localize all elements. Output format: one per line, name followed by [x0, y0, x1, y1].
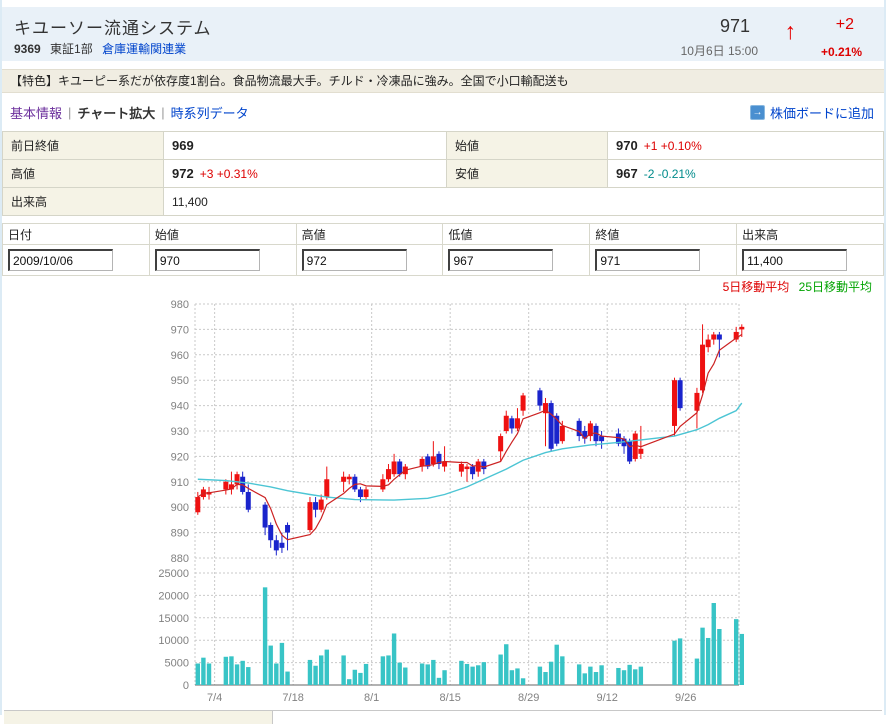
svg-text:940: 940	[171, 401, 189, 413]
svg-text:15000: 15000	[158, 613, 189, 625]
table-row: 高値 972+3 +0.31% 安値 967-2 -0.21%	[3, 160, 884, 188]
price-change-percent: +0.21%	[821, 45, 862, 59]
legend-ma25: 25日移動平均	[799, 280, 872, 294]
prev-close-value: 969	[164, 132, 447, 160]
low-value: 967-2 -0.21%	[608, 160, 884, 188]
svg-text:930: 930	[171, 426, 189, 438]
tab-chart-enlarge[interactable]: チャート拡大	[77, 103, 155, 122]
open-input[interactable]	[155, 249, 260, 271]
stock-market: 東証1部	[50, 42, 93, 56]
candlestick-volume-chart: 980 970 960 950 940 930 920 910 900 890 880 25000 20…	[2, 294, 886, 710]
svg-text:7/18: 7/18	[282, 692, 303, 704]
tab-basic-info[interactable]: 基本情報	[10, 103, 62, 122]
high-change: +3 +0.31%	[200, 167, 258, 181]
high-input[interactable]	[302, 249, 407, 271]
quote-header: キユーソー流通システム 9369 東証1部 倉庫運輸関連業 971 10月6日 …	[2, 7, 884, 61]
svg-text:970: 970	[171, 324, 189, 336]
svg-text:950: 950	[171, 375, 189, 387]
price-summary-table: 前日終値 969 始値 970+1 +0.10% 高値 972+3 +0.31%…	[2, 131, 884, 216]
svg-text:920: 920	[171, 451, 189, 463]
high-column-label: 高値	[296, 224, 443, 245]
svg-text:7/4: 7/4	[207, 692, 222, 704]
svg-text:9/12: 9/12	[596, 692, 617, 704]
add-to-board-link[interactable]: 株価ボードに追加	[770, 103, 874, 122]
svg-text:9/26: 9/26	[675, 692, 696, 704]
form-input-row	[3, 245, 884, 276]
close-column-label: 終値	[590, 224, 737, 245]
volume-label: 出来高	[3, 188, 164, 216]
timeseries-form-table: 日付 始値 高値 低値 終値 出来高	[2, 223, 884, 276]
volume-column-label: 出来高	[737, 224, 884, 245]
partial-table-row	[4, 710, 882, 724]
prev-close-label: 前日終値	[3, 132, 164, 160]
svg-text:8/15: 8/15	[439, 692, 460, 704]
add-to-board-icon: →	[750, 105, 765, 120]
svg-text:880: 880	[171, 553, 189, 565]
open-change: +1 +0.10%	[644, 139, 702, 153]
svg-text:10000: 10000	[158, 635, 189, 647]
svg-text:8/29: 8/29	[518, 692, 539, 704]
svg-text:25000: 25000	[158, 568, 189, 580]
svg-text:890: 890	[171, 528, 189, 540]
svg-text:5000: 5000	[165, 658, 189, 670]
tab-timeseries-data[interactable]: 時系列データ	[171, 103, 249, 122]
svg-text:900: 900	[171, 502, 189, 514]
table-row: 前日終値 969 始値 970+1 +0.10%	[3, 132, 884, 160]
low-change: -2 -0.21%	[644, 167, 696, 181]
current-price: 971	[720, 16, 750, 37]
form-label-row: 日付 始値 高値 低値 終値 出来高	[3, 224, 884, 245]
tab-separator: |	[68, 105, 71, 120]
quote-datetime: 10月6日 15:00	[681, 42, 758, 59]
partial-label-cell	[4, 711, 273, 724]
svg-text:910: 910	[171, 477, 189, 489]
tab-bar: 基本情報 | チャート拡大 | 時系列データ → 株価ボードに追加	[2, 101, 884, 123]
date-input[interactable]	[8, 249, 113, 271]
low-label: 安値	[447, 160, 608, 188]
low-column-label: 低値	[443, 224, 590, 245]
svg-text:0: 0	[183, 680, 189, 692]
svg-text:8/1: 8/1	[364, 692, 379, 704]
partial-value-cell	[273, 711, 882, 724]
up-arrow-icon: ↑	[785, 18, 797, 45]
volume-value: 11,400	[164, 188, 884, 216]
svg-text:960: 960	[171, 350, 189, 362]
industry-link[interactable]: 倉庫運輸関連業	[102, 42, 186, 56]
svg-text:980: 980	[171, 299, 189, 311]
stock-meta: 9369 東証1部 倉庫運輸関連業	[14, 40, 186, 57]
date-column-label: 日付	[3, 224, 150, 245]
ma-legend: 5日移動平均 25日移動平均	[2, 278, 884, 294]
close-input[interactable]	[595, 249, 700, 271]
high-value: 972+3 +0.31%	[164, 160, 447, 188]
open-label: 始値	[447, 132, 608, 160]
high-label: 高値	[3, 160, 164, 188]
price-change: +2	[836, 16, 854, 34]
stock-detail-page: キユーソー流通システム 9369 東証1部 倉庫運輸関連業 971 10月6日 …	[0, 0, 886, 715]
legend-ma5: 5日移動平均	[723, 280, 790, 294]
stock-code: 9369	[14, 42, 41, 56]
open-value: 970+1 +0.10%	[608, 132, 884, 160]
low-input[interactable]	[448, 249, 553, 271]
open-column-label: 始値	[149, 224, 296, 245]
tab-separator: |	[161, 105, 164, 120]
svg-text:20000: 20000	[158, 590, 189, 602]
stock-name: キユーソー流通システム	[14, 14, 212, 39]
company-feature-bar: 【特色】キユーピー系だが依存度1割台。食品物流最大手。チルド・冷凍品に強み。全国…	[2, 69, 884, 93]
table-row: 出来高 11,400	[3, 188, 884, 216]
volume-input[interactable]	[742, 249, 847, 271]
